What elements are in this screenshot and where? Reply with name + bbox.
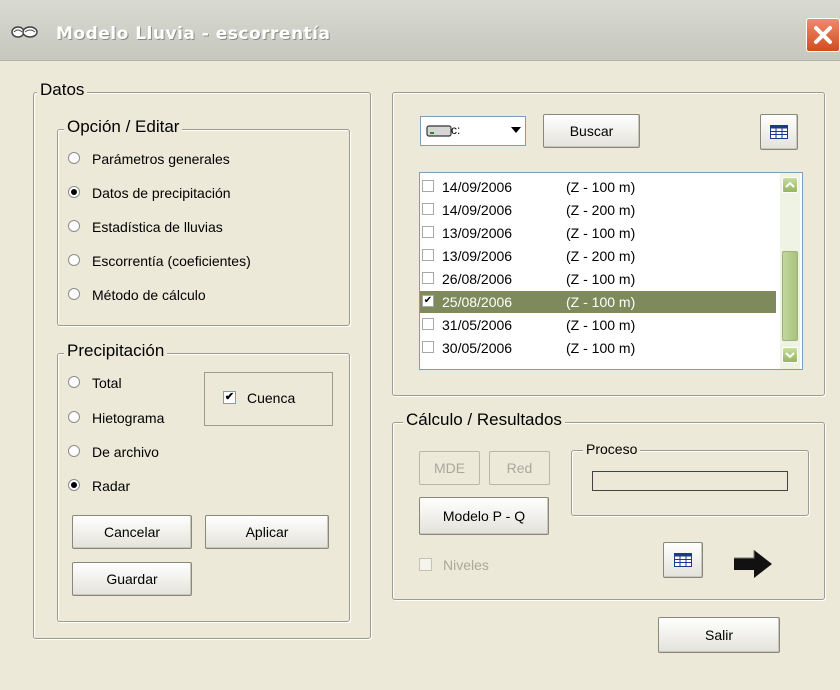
radio-button[interactable] bbox=[68, 288, 80, 300]
item-checkbox[interactable] bbox=[422, 341, 434, 353]
red-button[interactable]: Red bbox=[489, 451, 550, 485]
list-item[interactable]: 30/05/2006 (Z - 100 m) bbox=[420, 337, 776, 359]
item-date: 25/08/2006 bbox=[442, 294, 513, 310]
datos-legend: Datos bbox=[37, 80, 88, 100]
item-checkbox[interactable]: ✔ bbox=[422, 295, 434, 307]
item-z: (Z - 100 m) bbox=[566, 225, 636, 241]
item-checkbox[interactable] bbox=[422, 226, 434, 238]
radio-button[interactable] bbox=[68, 186, 80, 198]
table-icon bbox=[770, 125, 788, 139]
calculo-legend: Cálculo / Resultados bbox=[403, 410, 565, 430]
radio-label: Datos de precipitación bbox=[92, 185, 231, 201]
item-checkbox[interactable] bbox=[422, 318, 434, 330]
item-date: 13/09/2006 bbox=[442, 248, 513, 264]
niveles-label: Niveles bbox=[443, 557, 489, 573]
item-checkbox[interactable] bbox=[422, 272, 434, 284]
guardar-button[interactable]: Guardar bbox=[72, 562, 192, 596]
niveles-checkbox[interactable] bbox=[419, 558, 432, 571]
aplicar-button[interactable]: Aplicar bbox=[205, 515, 329, 549]
item-date: 31/05/2006 bbox=[442, 317, 513, 333]
opcion-legend: Opción / Editar bbox=[64, 117, 183, 137]
buscar-button[interactable]: Buscar bbox=[543, 114, 640, 148]
vertical-scrollbar[interactable] bbox=[780, 173, 800, 369]
window-title: Modelo Lluvia - escorrentía bbox=[56, 24, 331, 44]
title-bar: Modelo Lluvia - escorrentía bbox=[0, 0, 840, 61]
scroll-down-button[interactable] bbox=[782, 347, 798, 363]
modelo-pq-button[interactable]: Modelo P - Q bbox=[419, 497, 549, 535]
item-checkbox[interactable] bbox=[422, 203, 434, 215]
radio-label: Escorrentía (coeficientes) bbox=[92, 253, 251, 269]
list-item[interactable]: 31/05/2006 (Z - 100 m) bbox=[420, 314, 776, 336]
radio-button[interactable] bbox=[68, 411, 80, 423]
item-z: (Z - 100 m) bbox=[566, 294, 636, 310]
mde-button[interactable]: MDE bbox=[419, 451, 480, 485]
precipitacion-legend: Precipitación bbox=[64, 341, 168, 361]
table-button-bottom[interactable] bbox=[663, 542, 703, 578]
close-icon bbox=[814, 26, 832, 44]
cuenca-checkbox[interactable]: ✔ bbox=[223, 391, 236, 404]
item-z: (Z - 100 m) bbox=[566, 340, 636, 356]
item-z: (Z - 100 m) bbox=[566, 179, 636, 195]
radio-button[interactable] bbox=[68, 479, 80, 491]
chevron-up-icon bbox=[785, 181, 795, 188]
cuenca-label: Cuenca bbox=[247, 390, 296, 406]
list-item[interactable]: 14/09/2006 (Z - 200 m) bbox=[420, 199, 776, 221]
list-item[interactable]: 13/09/2006 (Z - 200 m) bbox=[420, 245, 776, 267]
file-list[interactable]: 14/09/2006 (Z - 100 m) 14/09/2006 (Z - 2… bbox=[419, 172, 803, 370]
scroll-thumb[interactable] bbox=[782, 251, 798, 341]
radio-label: Método de cálculo bbox=[92, 287, 206, 303]
scroll-up-button[interactable] bbox=[782, 177, 798, 193]
item-date: 14/09/2006 bbox=[442, 202, 513, 218]
salir-button[interactable]: Salir bbox=[658, 617, 780, 653]
item-z: (Z - 200 m) bbox=[566, 202, 636, 218]
radio-label: De archivo bbox=[92, 444, 159, 460]
drive-select[interactable]: c: bbox=[420, 116, 526, 146]
table-icon bbox=[674, 553, 692, 567]
radio-label: Radar bbox=[92, 478, 131, 494]
radio-label: Estadística de lluvias bbox=[92, 219, 223, 235]
drive-value: c: bbox=[451, 123, 461, 137]
list-item[interactable]: 13/09/2006 (Z - 100 m) bbox=[420, 222, 776, 244]
proceso-progress-bar bbox=[592, 471, 788, 491]
chevron-down-icon bbox=[785, 352, 795, 359]
chevron-down-icon[interactable] bbox=[511, 127, 521, 133]
hard-drive-icon bbox=[426, 125, 452, 137]
list-item[interactable]: 26/08/2006 (Z - 100 m) bbox=[420, 268, 776, 290]
item-date: 14/09/2006 bbox=[442, 179, 513, 195]
radio-button[interactable] bbox=[68, 152, 80, 164]
item-checkbox[interactable] bbox=[422, 249, 434, 261]
close-button[interactable] bbox=[806, 18, 840, 52]
item-z: (Z - 100 m) bbox=[566, 317, 636, 333]
cancelar-button[interactable]: Cancelar bbox=[72, 515, 192, 549]
radio-button[interactable] bbox=[68, 220, 80, 232]
radio-button[interactable] bbox=[68, 445, 80, 457]
item-date: 13/09/2006 bbox=[442, 225, 513, 241]
list-item[interactable]: 14/09/2006 (Z - 100 m) bbox=[420, 176, 776, 198]
item-checkbox[interactable] bbox=[422, 180, 434, 192]
radio-button[interactable] bbox=[68, 376, 80, 388]
radio-label: Hietograma bbox=[92, 410, 165, 426]
list-item-selected[interactable]: ✔ 25/08/2006 (Z - 100 m) bbox=[420, 291, 776, 313]
radio-label: Parámetros generales bbox=[92, 151, 230, 167]
item-z: (Z - 200 m) bbox=[566, 248, 636, 264]
proceso-legend: Proceso bbox=[583, 441, 641, 457]
radio-label: Total bbox=[92, 375, 122, 391]
radio-button[interactable] bbox=[68, 254, 80, 266]
clouds-icon bbox=[11, 26, 38, 38]
item-date: 26/08/2006 bbox=[442, 271, 513, 287]
table-button-top[interactable] bbox=[760, 114, 798, 150]
arrow-right-icon[interactable] bbox=[730, 547, 776, 581]
item-date: 30/05/2006 bbox=[442, 340, 513, 356]
item-z: (Z - 100 m) bbox=[566, 271, 636, 287]
